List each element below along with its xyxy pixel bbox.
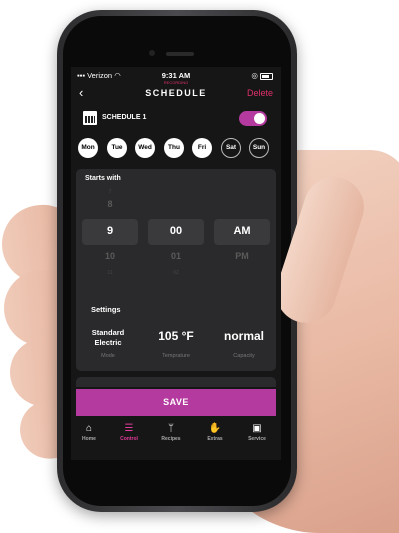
sliders-icon: ☰ <box>124 423 134 434</box>
status-bar: ▪▪▪ Verizon ◠ 9:31 AM RECORDING ◎ <box>71 69 281 85</box>
minute-picker[interactable]: 00 01 02 <box>144 187 208 283</box>
tab-label: Control <box>120 436 138 442</box>
day-sat[interactable]: Sat <box>221 138 241 158</box>
tab-control[interactable]: ☰ Control <box>111 422 147 442</box>
save-button[interactable]: SAVE <box>76 389 276 416</box>
status-right: ◎ <box>251 71 273 80</box>
mode-value-line1: Standard <box>91 328 125 337</box>
period-picker[interactable]: AM PM <box>210 187 274 283</box>
status-time: 9:31 AM <box>161 71 191 80</box>
mode-label: Mode <box>101 353 115 359</box>
earpiece-speaker <box>166 52 194 56</box>
hour-option[interactable]: 10 <box>78 251 142 261</box>
hour-selected[interactable]: 9 <box>78 225 142 237</box>
hour-option[interactable]: 11 <box>78 270 142 276</box>
day-sun[interactable]: Sun <box>249 138 269 158</box>
handshake-icon: ✋ <box>208 423 222 434</box>
day-fri[interactable]: Fri <box>192 138 212 158</box>
tab-recipes[interactable]: ᛘ Recipes <box>153 422 189 442</box>
temperature-label: Temprature <box>162 353 190 359</box>
battery-icon <box>260 72 273 80</box>
day-mon[interactable]: Mon <box>78 138 98 158</box>
minute-selected[interactable]: 00 <box>144 225 208 237</box>
schedule-name: SCHEDULE 1 <box>102 114 147 121</box>
schedule-row: SCHEDULE 1 <box>83 111 273 127</box>
day-selector: Mon Tue Wed Thu Fri Sat Sun <box>78 138 278 160</box>
day-wed[interactable]: Wed <box>135 138 155 158</box>
nav-header: ‹ SCHEDULE Delete <box>71 85 281 103</box>
hour-picker[interactable]: 7 8 9 10 11 <box>78 187 142 283</box>
tab-bar: ⌂ Home ☰ Control ᛘ Recipes ✋ Extras ▣ Se… <box>71 422 281 452</box>
mode-value-line2: Electric <box>94 338 122 347</box>
period-option[interactable]: PM <box>210 251 274 261</box>
service-icon: ▣ <box>252 423 262 434</box>
home-icon: ⌂ <box>85 423 93 434</box>
front-camera <box>149 50 155 56</box>
minute-option[interactable]: 01 <box>144 251 208 261</box>
schedule-enable-toggle[interactable] <box>239 111 267 126</box>
starts-with-title: Starts with <box>85 175 121 182</box>
app-screen: ▪▪▪ Verizon ◠ 9:31 AM RECORDING ◎ ‹ SCHE… <box>71 67 281 460</box>
capacity-label: Capacity <box>233 353 255 359</box>
settings-title: Settings <box>91 305 121 314</box>
hour-option[interactable]: 8 <box>78 199 142 209</box>
tab-label: Service <box>248 436 266 442</box>
schedule-card: Starts with 7 8 9 10 11 00 01 02 AM PM S… <box>76 169 276 371</box>
tab-service[interactable]: ▣ Service <box>239 422 275 442</box>
tab-home[interactable]: ⌂ Home <box>71 422 107 442</box>
location-icon: ◎ <box>251 71 258 80</box>
period-selected[interactable]: AM <box>210 225 274 237</box>
secondary-card <box>76 377 276 387</box>
utensils-icon: ᛘ <box>168 423 174 434</box>
tab-extras[interactable]: ✋ Extras <box>197 422 233 442</box>
day-thu[interactable]: Thu <box>164 138 184 158</box>
hour-option[interactable]: 7 <box>78 189 142 195</box>
day-tue[interactable]: Tue <box>107 138 127 158</box>
delete-button[interactable]: Delete <box>247 88 273 98</box>
calendar-icon <box>83 111 97 125</box>
tab-label: Recipes <box>161 436 181 442</box>
tab-label: Home <box>82 436 96 442</box>
minute-option[interactable]: 02 <box>144 270 208 276</box>
temperature-value: 105 °F <box>158 329 194 343</box>
capacity-value: normal <box>223 329 264 343</box>
tab-label: Extras <box>207 436 223 442</box>
